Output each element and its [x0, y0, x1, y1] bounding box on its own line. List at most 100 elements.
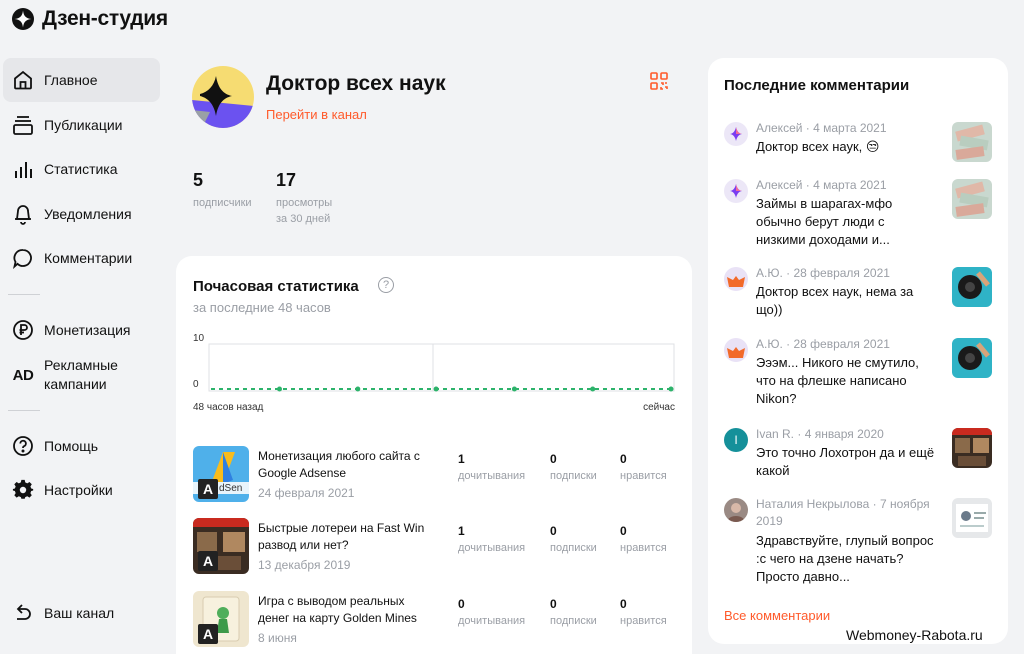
- comment-date: 28 февраля 2021: [793, 266, 890, 280]
- qr-code-icon[interactable]: [650, 72, 668, 90]
- reads-value: 0: [458, 597, 465, 611]
- likes-label: нравится: [620, 470, 667, 482]
- subscriptions-value: 0: [550, 452, 557, 466]
- comment-text: Здравствуйте, глупый вопрос :с чего на д…: [756, 533, 934, 584]
- ad-icon: AD: [12, 366, 34, 384]
- subscriptions-metric: 0 подписки: [550, 597, 597, 627]
- reads-metric: 1 дочитывания: [458, 524, 525, 554]
- publication-thumbnail[interactable]: A: [193, 591, 249, 647]
- watermark-text: Webmoney-Rabota.ru: [846, 627, 983, 643]
- app-logo[interactable]: Дзен-студия: [12, 6, 168, 32]
- subscriptions-value: 0: [550, 597, 557, 611]
- sidebar-item-label: Главное: [44, 72, 98, 88]
- likes-value: 0: [620, 452, 627, 466]
- likes-value: 0: [620, 524, 627, 538]
- publication-title[interactable]: Игра с выводом реальных денег на карту G…: [258, 593, 438, 627]
- article-badge: A: [198, 551, 218, 571]
- sidebar-item-monetization[interactable]: Монетизация: [3, 308, 160, 352]
- comment-article-thumbnail[interactable]: [952, 179, 992, 219]
- sidebar-item-settings[interactable]: Настройки: [3, 468, 160, 512]
- comment-meta: Алексей · 4 марта 2021: [756, 178, 887, 192]
- comment-article-thumbnail[interactable]: [952, 498, 992, 538]
- commenter-avatar: [724, 179, 748, 203]
- sidebar-item-label: Монетизация: [44, 322, 131, 338]
- sidebar-item-main[interactable]: Главное: [3, 58, 160, 102]
- subscribers-count: 5: [193, 170, 204, 190]
- comment-article-thumbnail[interactable]: [952, 428, 992, 468]
- likes-metric: 0 нравится: [620, 524, 667, 554]
- commenter-avatar: I: [724, 428, 748, 452]
- subscribers-label: подписчики: [193, 197, 252, 209]
- sidebar-divider: [8, 294, 40, 295]
- data-point: [355, 386, 361, 392]
- help-circle-icon[interactable]: ?: [378, 277, 394, 293]
- channel-title: Доктор всех наук: [266, 72, 446, 95]
- comment-article-thumbnail[interactable]: [952, 338, 992, 378]
- subscriptions-value: 0: [550, 524, 557, 538]
- sidebar-item-help[interactable]: Помощь: [3, 424, 160, 468]
- all-comments-link[interactable]: Все комментарии: [724, 608, 830, 623]
- comment-author: Ivan R.: [756, 427, 795, 441]
- comment-article-thumbnail[interactable]: [952, 122, 992, 162]
- publication-thumbnail[interactable]: dSen A: [193, 446, 249, 502]
- comment-author: Алексей: [756, 178, 803, 192]
- comment-text: Доктор всех наук, нема за що)): [756, 284, 914, 317]
- sidebar-divider: [8, 410, 40, 411]
- hourly-stats-title: Почасовая статистика: [193, 278, 359, 295]
- home-icon: [11, 68, 35, 92]
- commenter-avatar: [724, 338, 748, 362]
- sidebar-item-notifications[interactable]: Уведомления: [3, 192, 160, 236]
- views-period-label: за 30 дней: [276, 213, 331, 225]
- subscriptions-label: подписки: [550, 470, 597, 482]
- publication-title[interactable]: Монетизация любого сайта с Google Adsens…: [258, 448, 438, 482]
- subscriptions-label: подписки: [550, 542, 597, 554]
- sidebar-item-label: Настройки: [44, 482, 113, 498]
- go-to-channel-link[interactable]: Перейти в канал: [266, 107, 367, 122]
- chart-frame: [208, 343, 675, 392]
- publication-title[interactable]: Быстрые лотереи на Fast Win развод или н…: [258, 520, 438, 554]
- views-stat: 17 просмотры за 30 дней: [276, 170, 332, 227]
- data-point: [433, 386, 439, 392]
- publication-thumbnail[interactable]: A: [193, 518, 249, 574]
- likes-label: нравится: [620, 542, 667, 554]
- help-icon: [11, 434, 35, 458]
- comment-text: Доктор всех наук, 😒: [756, 139, 880, 154]
- publication-row[interactable]: dSen A Монетизация любого сайта с Google…: [193, 446, 677, 508]
- comment-meta: А.Ю. · 28 февраля 2021: [756, 337, 890, 351]
- latest-comments-card: Последние комментарии Алексей · 4 марта …: [708, 58, 1008, 644]
- likes-label: нравится: [620, 615, 667, 627]
- comment-author: А.Ю.: [756, 266, 783, 280]
- commenter-avatar: [724, 267, 748, 291]
- data-point: [511, 386, 517, 392]
- comment-bubble-icon: [11, 246, 35, 270]
- gear-icon: [11, 478, 35, 502]
- likes-metric: 0 нравится: [620, 452, 667, 482]
- comment-article-thumbnail[interactable]: [952, 267, 992, 307]
- comment-meta: Ivan R. · 4 января 2020: [756, 427, 884, 441]
- publication-row[interactable]: A Быстрые лотереи на Fast Win развод или…: [193, 518, 677, 580]
- sidebar-item-stats[interactable]: Статистика: [3, 147, 160, 191]
- sidebar-item-label: Помощь: [44, 438, 99, 454]
- sidebar-item-publications[interactable]: Публикации: [3, 103, 160, 147]
- x-axis-end-label: сейчас: [643, 402, 675, 413]
- sidebar-item-ad-campaigns[interactable]: AD Рекламные кампании: [3, 353, 160, 397]
- hourly-stats-subtitle: за последние 48 часов: [193, 300, 331, 315]
- reads-metric: 0 дочитывания: [458, 597, 525, 627]
- svg-text:dSen: dSen: [219, 483, 242, 494]
- sidebar-item-label: Статистика: [44, 161, 118, 177]
- publication-date: 24 февраля 2021: [258, 486, 355, 500]
- app-title: Дзен-студия: [42, 7, 168, 30]
- channel-avatar[interactable]: [192, 66, 254, 128]
- sidebar-item-comments[interactable]: Комментарии: [3, 236, 160, 280]
- data-point: [277, 386, 283, 392]
- hourly-stats-card: Почасовая статистика ? за последние 48 ч…: [176, 256, 692, 654]
- sidebar-item-label: Публикации: [44, 117, 123, 133]
- stats-bars-icon: [11, 157, 35, 181]
- comment-meta: А.Ю. · 28 февраля 2021: [756, 266, 890, 280]
- publication-row[interactable]: A Игра с выводом реальных денег на карту…: [193, 591, 677, 653]
- comment-author: Наталия Некрылова: [756, 497, 870, 511]
- subscriptions-metric: 0 подписки: [550, 452, 597, 482]
- sidebar-item-your-channel[interactable]: Ваш канал: [3, 591, 160, 635]
- commenter-avatar: [724, 498, 748, 522]
- comment-date: 28 февраля 2021: [793, 337, 890, 351]
